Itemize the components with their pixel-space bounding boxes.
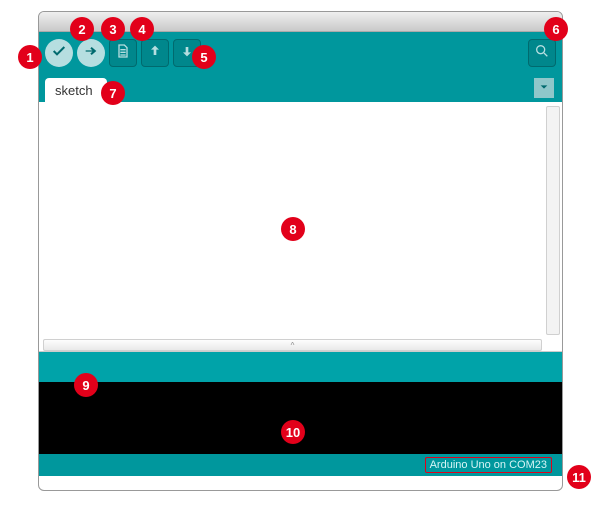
callout-10: 10: [281, 420, 305, 444]
callout-2: 2: [70, 17, 94, 41]
callout-3: 3: [101, 17, 125, 41]
board-port-label: Arduino Uno on COM23: [425, 457, 552, 473]
arrow-right-icon: [83, 43, 99, 64]
callout-5: 5: [192, 45, 216, 69]
footer-bar: Arduino Uno on COM23: [39, 454, 562, 476]
vertical-scrollbar[interactable]: [546, 106, 560, 335]
upload-button[interactable]: [77, 39, 105, 67]
check-icon: [51, 43, 67, 64]
sketch-tab-label: sketch: [55, 83, 93, 98]
arrow-up-icon: [147, 43, 163, 64]
file-icon: [115, 43, 131, 64]
chevron-down-icon: [539, 79, 549, 97]
callout-1: 1: [18, 45, 42, 69]
horizontal-scrollbar[interactable]: ^: [43, 339, 542, 351]
callout-6: 6: [544, 17, 568, 41]
callout-8: 8: [281, 217, 305, 241]
sketch-tab[interactable]: sketch: [45, 78, 107, 102]
status-message-bar: [39, 352, 562, 382]
callout-11: 11: [567, 465, 591, 489]
callout-7: 7: [101, 81, 125, 105]
serial-monitor-button[interactable]: [528, 39, 556, 67]
open-sketch-button[interactable]: [141, 39, 169, 67]
output-console[interactable]: [39, 382, 562, 454]
callout-4: 4: [130, 17, 154, 41]
callout-9: 9: [74, 373, 98, 397]
new-sketch-button[interactable]: [109, 39, 137, 67]
tab-menu-button[interactable]: [534, 78, 554, 98]
magnifier-icon: [534, 43, 550, 64]
verify-button[interactable]: [45, 39, 73, 67]
